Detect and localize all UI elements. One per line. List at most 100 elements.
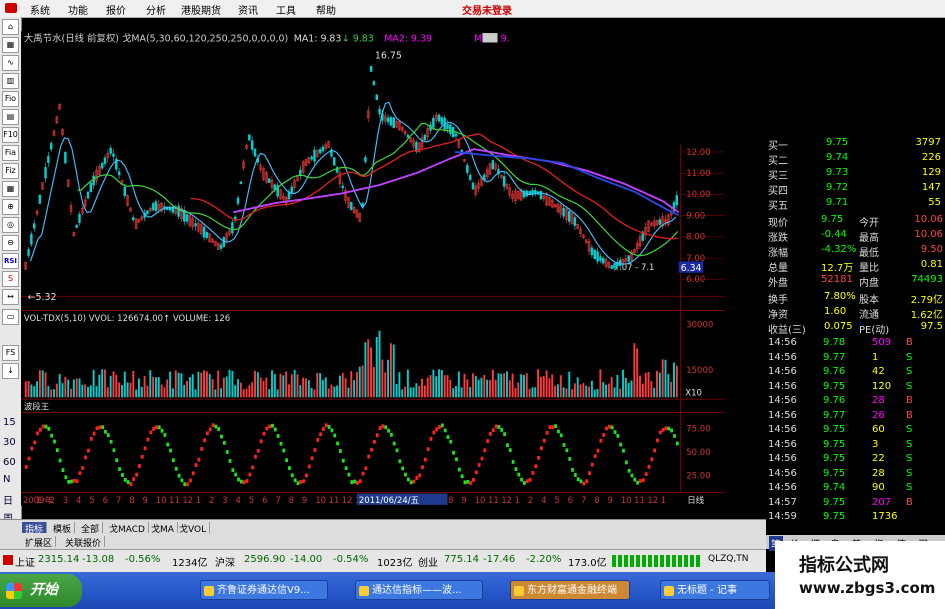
volume-bar	[191, 374, 194, 398]
indicator-dot	[231, 468, 235, 473]
y-tick-label: 8.00	[686, 233, 705, 243]
tab-indicator[interactable]: 指标	[22, 522, 48, 535]
task-notepad[interactable]: 无标题 - 记事	[660, 580, 770, 600]
tick-volume: 42	[872, 366, 885, 377]
rsi-icon[interactable]: RSI	[2, 253, 19, 269]
volume-bar	[174, 370, 177, 398]
tick-volume: 28	[872, 467, 885, 479]
volume-bar	[234, 385, 237, 398]
arrow-down-icon[interactable]: ↓	[2, 363, 19, 379]
ma1-label: MA1: 9.83	[294, 34, 342, 45]
doc-icon[interactable]: ▭	[2, 309, 19, 325]
date-tick-label: 9	[461, 496, 466, 506]
arrow-icon[interactable]: ↔	[2, 289, 19, 305]
candle-body	[86, 191, 90, 199]
indicator-dot	[511, 460, 515, 464]
period-n[interactable]: N	[3, 474, 10, 485]
kline-chart[interactable]: 12.0011.0010.009.008.007.006.00300001500…	[21, 17, 724, 520]
app-logo-icon	[5, 3, 17, 13]
indicator-dot	[636, 480, 640, 485]
tick-side: B	[906, 337, 913, 348]
period-30[interactable]: 30	[3, 437, 16, 448]
period-15[interactable]: 15	[3, 417, 16, 428]
date-tick-label: 3	[222, 496, 227, 506]
candle-body	[369, 66, 373, 72]
period-60[interactable]: 60	[3, 457, 16, 468]
s-icon[interactable]: S	[2, 271, 19, 287]
menu-info[interactable]: 资讯	[238, 2, 258, 17]
volume-bar	[658, 372, 661, 398]
volume-bar	[135, 389, 138, 398]
fiz-icon[interactable]: Fiz	[2, 163, 19, 179]
line-icon[interactable]: ∿	[2, 55, 19, 71]
menu-analysis[interactable]: 分析	[146, 2, 166, 17]
trade-login-status[interactable]: 交易未登录	[462, 2, 512, 17]
indicator-dot	[188, 478, 192, 483]
ma2-label: MA2: 9.39	[384, 34, 432, 45]
volume-bar	[449, 379, 452, 398]
tick-volume: 3	[872, 438, 879, 450]
home-icon[interactable]: ⌂	[2, 19, 19, 35]
tab-vol[interactable]: 戈VOL	[176, 522, 211, 535]
tab-template[interactable]: 模板	[50, 522, 76, 535]
tab-ma[interactable]: 戈MA	[148, 522, 178, 535]
indicator-dot	[87, 448, 90, 453]
fia-icon[interactable]: Fia	[2, 145, 19, 161]
candle-body	[372, 81, 376, 85]
bar-icon[interactable]: ▥	[2, 73, 19, 89]
indicator-dot	[449, 439, 453, 444]
volume-bar	[268, 389, 271, 398]
indicator-dot	[70, 479, 73, 484]
task-tdx[interactable]: 齐鲁证券通达信V9...	[200, 580, 328, 600]
indicator-dot	[273, 427, 277, 432]
app-icon	[359, 586, 369, 596]
fs-icon[interactable]: FS	[2, 345, 19, 361]
bid-price: 9.73	[826, 167, 849, 178]
menu-quote[interactable]: 报价	[106, 2, 126, 17]
tab-expand[interactable]: 扩展区	[22, 536, 57, 549]
grid-icon[interactable]: ▦	[2, 181, 19, 197]
notepad-icon	[664, 586, 674, 596]
volume-bar	[673, 362, 675, 398]
period-day[interactable]: 日	[3, 492, 13, 507]
volume-bar	[208, 373, 211, 398]
indicator-dot	[551, 425, 555, 430]
indicator-dot	[265, 426, 269, 431]
volume-bar	[457, 371, 460, 398]
volume-bar	[568, 371, 571, 398]
tab-related-quote[interactable]: 关联报价	[62, 536, 106, 549]
zoom-icon[interactable]: ⊖	[2, 235, 19, 251]
volume-bar	[517, 382, 520, 398]
volume-bar	[310, 388, 313, 398]
kline-icon[interactable]: ▤	[2, 109, 19, 125]
candle-body	[568, 211, 571, 222]
sign-icon[interactable]: ◎	[2, 217, 19, 233]
indicator-dot	[426, 447, 430, 452]
task-indicator[interactable]: 通达信指标——波...	[355, 580, 483, 600]
indicator-dot	[607, 424, 611, 429]
tab-all[interactable]: 全部	[78, 522, 104, 535]
indicator-dot	[220, 434, 223, 439]
volume-bar	[143, 376, 146, 398]
tab-macd[interactable]: 戈MACD	[106, 522, 149, 535]
indicator-dot	[539, 446, 543, 451]
menu-hk-futures[interactable]: 港股期货	[181, 2, 221, 17]
volume-bar	[222, 377, 225, 398]
menu-help[interactable]: 帮助	[316, 2, 336, 17]
task-eastmoney[interactable]: 东方财富通金融终端	[510, 580, 630, 600]
fio-icon[interactable]: Fio	[2, 91, 19, 107]
search-icon[interactable]: ⊕	[2, 199, 19, 215]
f10-icon[interactable]: F10	[2, 127, 19, 143]
chart-icon[interactable]: ▦	[2, 37, 19, 53]
menu-system[interactable]: 系统	[30, 2, 50, 17]
volume-bar	[497, 373, 500, 398]
volume-bar	[590, 380, 593, 398]
fund-label: 收益(三)	[768, 325, 806, 336]
tick-side: S	[906, 453, 913, 464]
tick-side: S	[906, 424, 913, 435]
window-box-icon[interactable]	[482, 33, 498, 43]
volume-bar	[330, 384, 333, 398]
menu-function[interactable]: 功能	[68, 2, 88, 17]
volume-bar	[531, 387, 534, 398]
menu-tools[interactable]: 工具	[276, 2, 296, 17]
